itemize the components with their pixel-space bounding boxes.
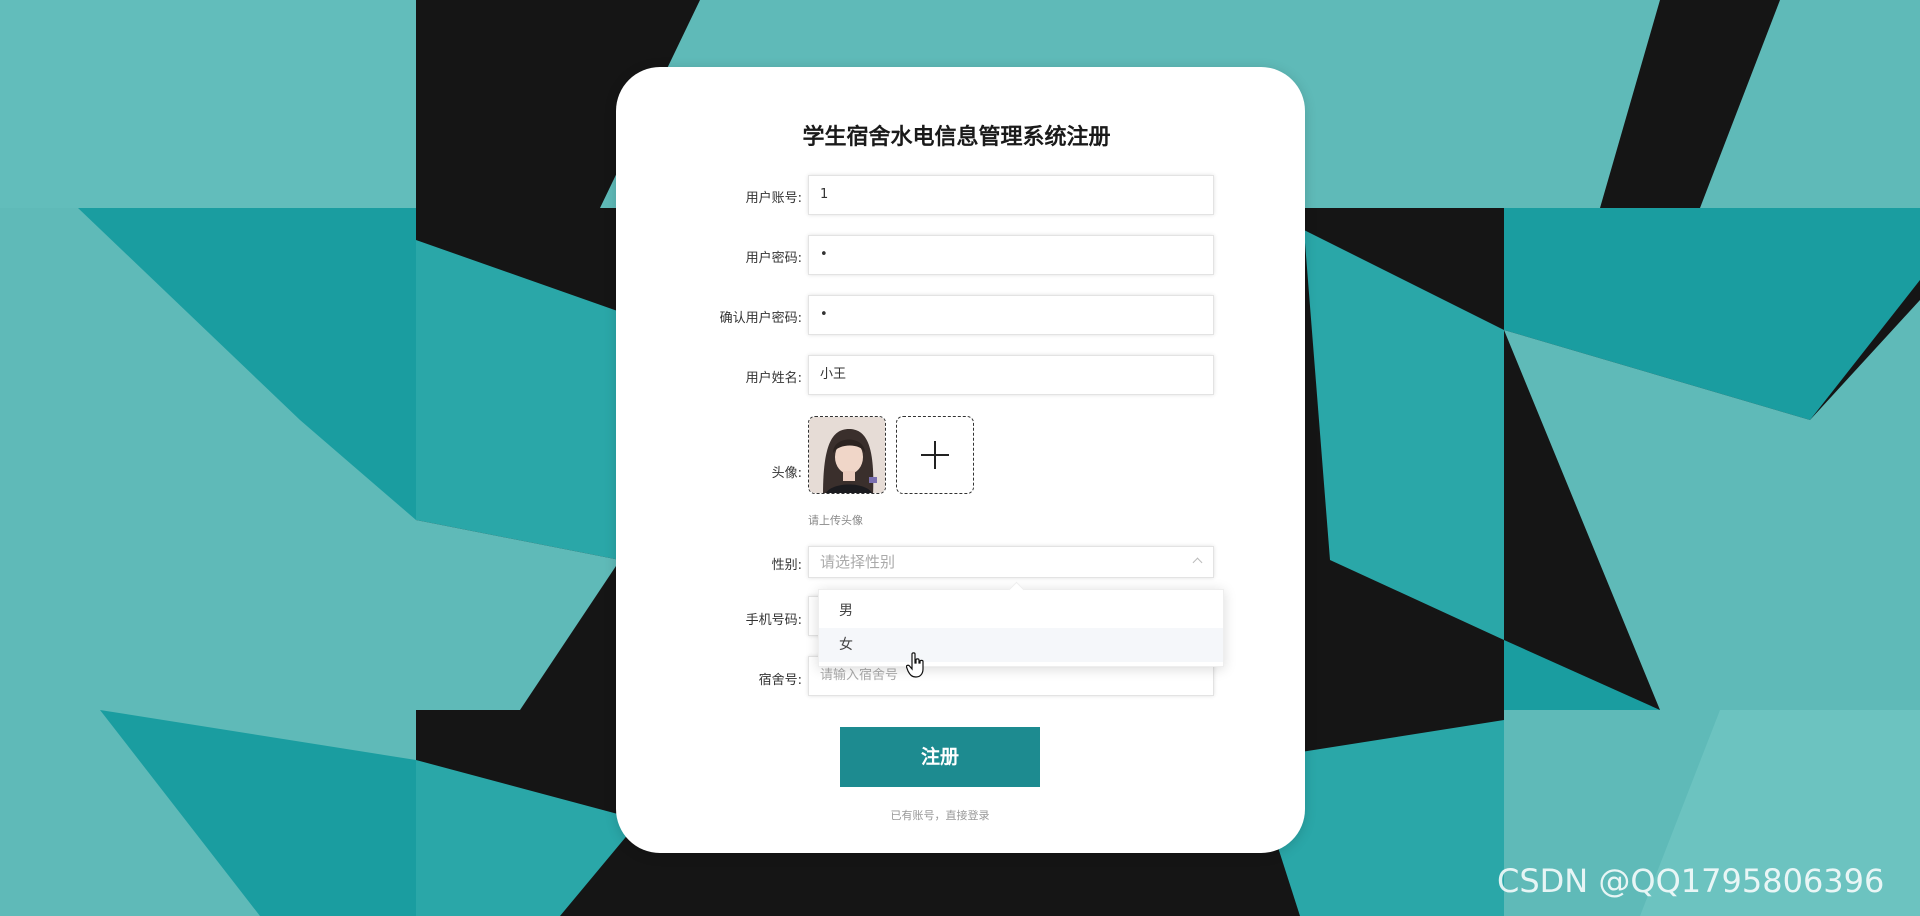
gender-option-female[interactable]: 女 [819, 628, 1223, 662]
avatar-preview[interactable] [808, 416, 886, 494]
chevron-up-icon [1192, 557, 1203, 568]
name-input[interactable]: 小王 [808, 355, 1214, 395]
gender-placeholder: 请选择性别 [820, 553, 896, 571]
page-title: 学生宿舍水电信息管理系统注册 [802, 125, 1111, 150]
confirm-password-label: 确认用户密码: [719, 311, 802, 326]
plus-icon [921, 441, 949, 469]
gender-select[interactable]: 请选择性别 [808, 546, 1214, 578]
dorm-placeholder: 请输入宿舍号 [820, 668, 899, 683]
account-label: 用户账号: [745, 191, 802, 206]
hand-cursor-icon [905, 652, 926, 682]
register-button[interactable]: 注册 [840, 727, 1040, 787]
account-input[interactable]: 1 [808, 175, 1214, 215]
password-input[interactable]: • [808, 235, 1214, 275]
avatar-image [809, 417, 885, 493]
register-card: 学生宿舍水电信息管理系统注册 用户账号: 1 用户密码: • 确认用户密码: •… [616, 67, 1305, 853]
avatar-upload-button[interactable] [896, 416, 974, 494]
gender-dropdown: 男 女 [818, 581, 1224, 667]
watermark: CSDN @QQ1795806396 [1497, 862, 1885, 900]
dorm-label: 宿舍号: [758, 673, 802, 688]
gender-label: 性别: [771, 558, 802, 573]
confirm-password-input[interactable]: • [808, 295, 1214, 335]
login-link[interactable]: 已有账号，直接登录 [616, 807, 1264, 823]
avatar-label: 头像: [771, 466, 802, 481]
phone-label: 手机号码: [745, 613, 802, 628]
name-label: 用户姓名: [745, 371, 802, 386]
password-label: 用户密码: [745, 251, 802, 266]
gender-option-male[interactable]: 男 [819, 594, 1223, 628]
avatar-hint: 请上传头像 [808, 514, 863, 527]
